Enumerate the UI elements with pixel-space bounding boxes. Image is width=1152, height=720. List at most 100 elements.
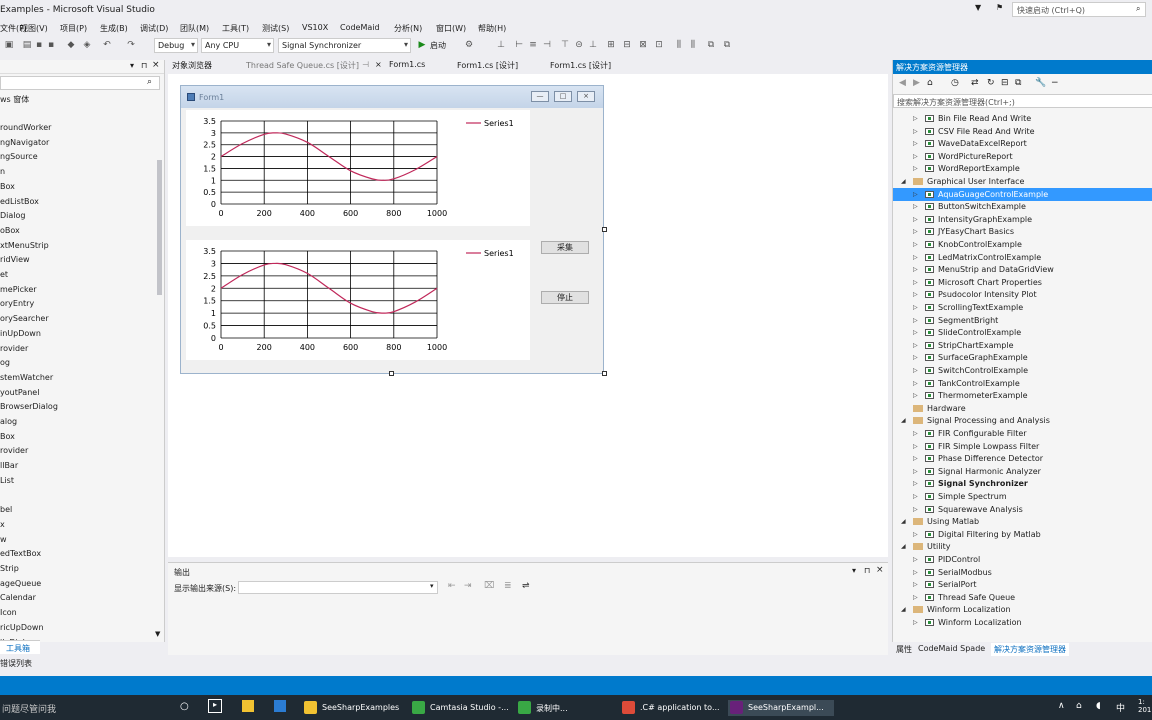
collapsed-arrow-icon[interactable]: ▷ — [913, 251, 918, 264]
pinned-app-icon[interactable] — [274, 700, 286, 712]
toolbox-item[interactable]: ricUpDown — [0, 623, 44, 632]
startup-project-dropdown[interactable]: Signal Synchronizer — [278, 38, 411, 53]
tree-item[interactable]: ▷ ButtonSwitchExample — [893, 200, 1133, 213]
tab-form1-code[interactable]: Form1.cs — [389, 60, 425, 69]
taskbar-app[interactable]: .C# application to... — [620, 700, 724, 716]
tray-expand-icon[interactable]: ∧ — [1058, 701, 1065, 711]
circle-icon[interactable]: ○ — [180, 701, 189, 712]
collapse-all-icon[interactable]: ⊟ — [1001, 78, 1009, 88]
collapsed-arrow-icon[interactable]: ▷ — [913, 162, 918, 175]
chart-1[interactable]: 0 0.5 1 1.5 2 2.5 3 3.5 0 200 400 600 800 1000 Series1 — [186, 110, 530, 226]
tab-form1-design-2[interactable]: Form1.cs [设计] — [550, 60, 611, 71]
h-spacing-icon[interactable]: ⫼ — [674, 40, 684, 50]
tree-item[interactable]: ◢ Utility — [893, 540, 1133, 553]
dropdown-icon[interactable]: ▾ — [852, 566, 856, 575]
pin-icon[interactable]: ⊓ — [864, 566, 870, 575]
collapsed-arrow-icon[interactable]: ▷ — [913, 213, 918, 226]
collapsed-arrow-icon[interactable]: ▷ — [913, 465, 918, 478]
menu-item[interactable]: 生成(B) — [100, 23, 128, 34]
collapsed-arrow-icon[interactable]: ▷ — [913, 389, 918, 402]
collapsed-arrow-icon[interactable]: ▷ — [913, 477, 918, 490]
preview-icon[interactable]: − — [1051, 78, 1059, 88]
search-icon[interactable]: ⌕ — [1136, 4, 1140, 14]
codemaid-icon[interactable]: ◆ — [66, 40, 76, 50]
toolbox-item[interactable]: mePicker — [0, 285, 37, 294]
output-source-dropdown[interactable] — [238, 581, 438, 594]
align-middle-icon[interactable]: ⊝ — [574, 40, 584, 50]
error-list-tab[interactable]: 错误列表 — [0, 656, 60, 670]
collapsed-arrow-icon[interactable]: ▷ — [913, 200, 918, 213]
toolbox-item[interactable]: ridView — [0, 255, 30, 264]
toolbox-item[interactable]: n — [0, 167, 5, 176]
toolbox-item[interactable]: Dialog — [0, 211, 25, 220]
goto-next-icon[interactable]: ⇥ — [464, 581, 472, 591]
same-height-icon[interactable]: ⊠ — [638, 40, 648, 50]
toolbox-item[interactable]: alog — [0, 417, 17, 426]
menu-item[interactable]: 窗口(W) — [436, 23, 466, 34]
menu-item[interactable]: 分析(N) — [394, 23, 422, 34]
collapsed-arrow-icon[interactable]: ▷ — [913, 314, 918, 327]
size-to-grid-icon[interactable]: ⊡ — [654, 40, 664, 50]
save-icon[interactable]: ▪ — [34, 40, 44, 50]
word-wrap-icon[interactable]: ≣ — [504, 581, 512, 591]
collapsed-arrow-icon[interactable]: ▷ — [913, 150, 918, 163]
input-method-icon[interactable]: 中 — [1116, 701, 1125, 714]
collapsed-arrow-icon[interactable]: ▷ — [913, 364, 918, 377]
tree-item[interactable]: ▷ IntensityGraphExample — [893, 213, 1133, 226]
volume-icon[interactable]: ◖ — [1096, 701, 1101, 711]
codemaid-clean-icon[interactable]: ◈ — [82, 40, 92, 50]
sync-icon[interactable]: ⇄ — [971, 78, 979, 88]
toolbox-scrollbar[interactable] — [157, 160, 162, 295]
menu-item[interactable]: 团队(M) — [180, 23, 209, 34]
align-center-icon[interactable]: ≡ — [528, 40, 538, 50]
menu-item[interactable]: 测试(S) — [262, 23, 289, 34]
tree-item[interactable]: ▷ SwitchControlExample — [893, 364, 1133, 377]
collapsed-arrow-icon[interactable]: ▷ — [913, 288, 918, 301]
tree-item[interactable]: ▷ PIDControl — [893, 553, 1133, 566]
taskbar-app[interactable]: 录制中... — [516, 700, 616, 716]
tree-item[interactable]: ▷ StripChartExample — [893, 339, 1133, 352]
toolbox-item[interactable]: Icon — [0, 608, 17, 617]
start-icon[interactable]: ▶ — [417, 40, 427, 50]
toolbox-item[interactable]: ngSource — [0, 152, 38, 161]
menu-item[interactable]: 工具(T) — [222, 23, 249, 34]
menu-item[interactable]: CodeMaid — [340, 23, 380, 32]
tree-item[interactable]: ▷ Psudocolor Intensity Plot — [893, 288, 1133, 301]
menu-item[interactable]: 调试(D) — [140, 23, 168, 34]
collapsed-arrow-icon[interactable]: ▷ — [913, 503, 918, 516]
goto-prev-icon[interactable]: ⇤ — [448, 581, 456, 591]
platform-dropdown[interactable]: Any CPU — [201, 38, 274, 53]
refresh-icon[interactable]: ↻ — [987, 78, 995, 88]
start-button[interactable]: 启动 — [430, 40, 446, 51]
toolbox-item[interactable]: Strip — [0, 564, 19, 573]
pin-icon[interactable]: ⊓ — [141, 61, 147, 70]
toolbox-item[interactable]: stemWatcher — [0, 373, 53, 382]
collapsed-arrow-icon[interactable]: ▷ — [913, 339, 918, 352]
tab-object-browser[interactable]: 对象浏览器 — [172, 60, 212, 71]
toolbox-item[interactable]: x — [0, 520, 5, 529]
tree-item[interactable]: ▷ TankControlExample — [893, 377, 1133, 390]
close-icon[interactable]: × — [375, 60, 382, 69]
new-project-icon[interactable]: ▣ — [4, 40, 14, 50]
tree-item[interactable]: ◢ Signal Processing and Analysis — [893, 414, 1133, 427]
align-top-icon[interactable]: ⊤ — [560, 40, 570, 50]
collapsed-arrow-icon[interactable]: ▷ — [913, 553, 918, 566]
tab-thread-safe-queue[interactable]: Thread Safe Queue.cs [设计] — [246, 60, 359, 71]
menu-item[interactable]: 视图(V) — [20, 23, 48, 34]
toolbox-group-label[interactable]: ws 窗体 — [0, 94, 29, 105]
collapsed-arrow-icon[interactable]: ▷ — [913, 591, 918, 604]
collapsed-arrow-icon[interactable]: ▷ — [913, 112, 918, 125]
properties-icon[interactable]: 🔧 — [1035, 78, 1046, 88]
menu-item[interactable]: VS10X — [302, 23, 328, 32]
tree-item[interactable]: ▷ SurfaceGraphExample — [893, 351, 1133, 364]
scroll-down-icon[interactable]: ▼ — [155, 630, 160, 638]
taskbar-search[interactable]: 问题尽管问我 — [2, 702, 56, 715]
toggle-wrap-icon[interactable]: ⇌ — [522, 581, 530, 591]
tree-item[interactable]: ▷ WaveDataExcelReport — [893, 137, 1133, 150]
collapsed-arrow-icon[interactable]: ▷ — [913, 377, 918, 390]
tab-solution-explorer[interactable]: 解决方案资源管理器 — [991, 643, 1069, 656]
tree-item[interactable]: ▷ MenuStrip and DataGridView — [893, 263, 1133, 276]
tree-item[interactable]: ▷ JYEasyChart Basics — [893, 225, 1133, 238]
dropdown-icon[interactable]: ▾ — [130, 61, 134, 70]
home-icon[interactable]: ⌂ — [927, 78, 933, 88]
